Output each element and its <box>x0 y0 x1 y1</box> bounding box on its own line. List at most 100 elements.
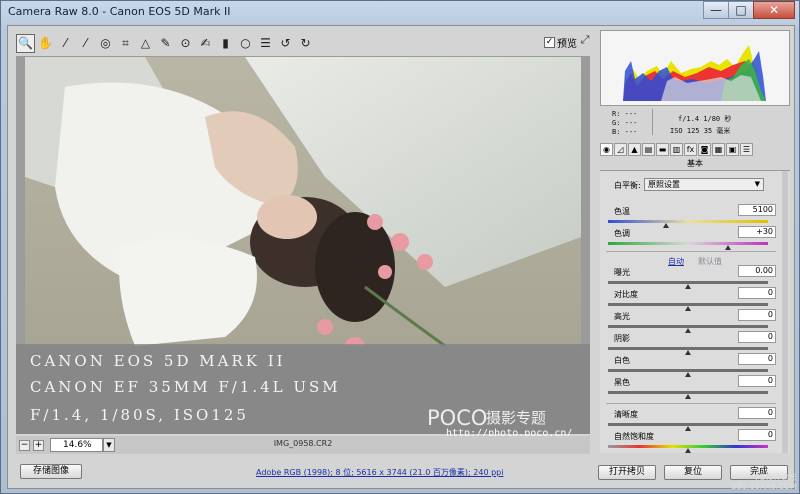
watermark-line-2: BBS.16XX8.COM <box>730 482 797 491</box>
slider-value-field[interactable]: 0 <box>738 353 776 365</box>
split-toning-tab-icon[interactable]: ▬ <box>656 143 669 156</box>
straighten-icon[interactable]: △ <box>136 34 155 53</box>
readout-divider <box>652 109 653 135</box>
window-controls: — □ ✕ <box>703 1 795 19</box>
slider-thumb[interactable] <box>685 350 691 355</box>
caption-line-camera: CANON EOS 5D MARK II <box>30 352 286 370</box>
panel-divider <box>606 403 776 404</box>
poco-logo: POCO <box>427 406 488 430</box>
slider-value-field[interactable]: 0 <box>738 287 776 299</box>
adjustment-brush-icon[interactable]: ✍ <box>196 34 215 53</box>
rotate-right-icon[interactable]: ↻ <box>296 34 315 53</box>
title-bar: Camera Raw 8.0 - Canon EOS 5D Mark II — … <box>1 1 800 23</box>
slider-label: 对比度 <box>614 290 638 299</box>
radial-filter-icon[interactable]: ○ <box>236 34 255 53</box>
image-preview-area[interactable]: CANON EOS 5D MARK II CANON EF 35MM F/1.4… <box>16 56 590 439</box>
white-balance-icon[interactable]: ⁄ <box>56 34 75 53</box>
slider-value-field[interactable]: 0 <box>738 331 776 343</box>
preview-toggle[interactable]: ✓ 预览 <box>544 35 577 50</box>
hand-icon[interactable]: ✋ <box>36 34 55 53</box>
exif-iso-focal: ISO 125 35 毫米 <box>670 127 731 135</box>
graduated-filter-icon[interactable]: ▮ <box>216 34 235 53</box>
panel-title: 基本 <box>600 158 790 171</box>
slider-thumb[interactable] <box>685 394 691 399</box>
slider-track[interactable] <box>608 242 768 245</box>
panel-divider <box>606 251 776 252</box>
slider-thumb[interactable] <box>685 284 691 289</box>
presets-tab-icon[interactable]: ▦ <box>712 143 725 156</box>
tone-curve-tab-icon[interactable]: ◿ <box>614 143 627 156</box>
zoom-bar: − + 14.6% ▼ IMG_0958.CR2 <box>16 436 590 454</box>
slider-value-field[interactable]: 0 <box>738 429 776 441</box>
lens-tab-icon[interactable]: ▥ <box>670 143 683 156</box>
camera-cal-tab-icon[interactable]: ◙ <box>698 143 711 156</box>
caption-line-exposure: F/1.4, 1/80S, ISO125 <box>30 406 249 424</box>
preview-label: 预览 <box>557 39 577 50</box>
basic-tab-icon[interactable]: ◉ <box>600 143 613 156</box>
slider-thumb[interactable] <box>685 328 691 333</box>
target-adjust-icon[interactable]: ◎ <box>96 34 115 53</box>
slider-value-field[interactable]: 0 <box>738 309 776 321</box>
hsl-tab-icon[interactable]: ▤ <box>642 143 655 156</box>
maximize-button[interactable]: □ <box>728 1 754 19</box>
save-image-button[interactable]: 存储图像 <box>20 464 82 479</box>
slider-thumb[interactable] <box>685 372 691 377</box>
default-link[interactable]: 默认值 <box>698 256 722 267</box>
effects-tab-icon[interactable]: fx <box>684 143 697 156</box>
color-sampler-icon[interactable]: ⁄ <box>76 34 95 53</box>
white-balance-select[interactable]: 原照设置 ▼ <box>644 178 764 191</box>
slider-track[interactable] <box>608 220 768 223</box>
snapshots-tab-icon[interactable]: ▣ <box>726 143 739 156</box>
tool-bar: 🔍 ✋ ⁄ ⁄ ◎ ⌗ △ ✎ ⊙ ✍ ▮ ○ ☰ ↺ ↻ <box>16 32 590 54</box>
slider-thumb[interactable] <box>685 306 691 311</box>
wb-value: 原照设置 <box>648 180 680 189</box>
slider-value-field[interactable]: 0 <box>738 407 776 419</box>
rgb-readout: R: --- G: --- B: --- f/1.4 1/80 秒 ISO 12… <box>600 108 790 138</box>
workflow-options-link[interactable]: Adobe RGB (1998); 8 位; 5616 x 3744 (21.0… <box>256 467 503 478</box>
camera-raw-window: Camera Raw 8.0 - Canon EOS 5D Mark II — … <box>0 0 800 494</box>
window-title: Camera Raw 8.0 - Canon EOS 5D Mark II <box>8 5 231 18</box>
histogram-graph <box>601 31 789 105</box>
slider-thumb[interactable] <box>725 245 731 250</box>
readout-b: B: --- <box>612 128 638 136</box>
slider-label: 色温 <box>614 207 630 216</box>
watermark: PS教程论坛 BBS.16XX8.COM <box>731 473 797 491</box>
open-copy-button[interactable]: 打开拷贝 <box>598 465 656 480</box>
preview-checkbox[interactable]: ✓ <box>544 37 555 48</box>
slider-thumb[interactable] <box>685 426 691 431</box>
fullscreen-icon[interactable]: ⤢ <box>578 34 592 48</box>
dialog-client: 🔍 ✋ ⁄ ⁄ ◎ ⌗ △ ✎ ⊙ ✍ ▮ ○ ☰ ↺ ↻ ✓ 预览 ⤢ CAN… <box>7 25 795 489</box>
auto-link[interactable]: 自动 <box>668 256 684 267</box>
slider-label: 白色 <box>614 356 630 365</box>
chevron-down-icon: ▼ <box>754 180 760 188</box>
slider-value-field[interactable]: 0 <box>738 375 776 387</box>
preferences-icon[interactable]: ☰ <box>256 34 275 53</box>
slider-value-field[interactable]: 5100 <box>738 204 776 216</box>
rotate-left-icon[interactable]: ↺ <box>276 34 295 53</box>
crop-icon[interactable]: ⌗ <box>116 34 135 53</box>
poco-subtitle: 摄影专题 <box>486 409 547 427</box>
close-button[interactable]: ✕ <box>753 1 795 19</box>
detail-tab-icon[interactable]: ▲ <box>628 143 641 156</box>
caption-line-lens: CANON EF 35MM F/1.4L USM <box>30 378 341 396</box>
panel-scrollbar[interactable] <box>782 171 788 453</box>
readout-r: R: --- <box>612 110 638 118</box>
minimize-button[interactable]: — <box>703 1 729 19</box>
photo-illustration <box>25 57 581 346</box>
histogram <box>600 30 790 106</box>
slider-label: 黑色 <box>614 378 630 387</box>
slider-value-field[interactable]: 0.00 <box>738 265 776 277</box>
basic-panel: 白平衡: 原照设置 ▼ 色温 5100 色调 +30 曝光 0.00 对比度 0 高光 0 阴影 0 白… <box>600 171 790 453</box>
readout-g: G: --- <box>612 119 638 127</box>
zoom-icon[interactable]: 🔍 <box>16 33 35 53</box>
slider-thumb[interactable] <box>685 448 691 453</box>
photo <box>25 57 581 346</box>
slider-value-field[interactable]: +30 <box>738 226 776 238</box>
slider-label: 曝光 <box>614 268 630 277</box>
spot-removal-icon[interactable]: ✎ <box>156 34 175 53</box>
exif-aperture-shutter: f/1.4 1/80 秒 <box>678 115 732 123</box>
reset-button[interactable]: 复位 <box>664 465 722 480</box>
red-eye-icon[interactable]: ⊙ <box>176 34 195 53</box>
panel-menu-icon[interactable]: ☰ <box>740 143 753 156</box>
slider-thumb[interactable] <box>662 223 669 228</box>
